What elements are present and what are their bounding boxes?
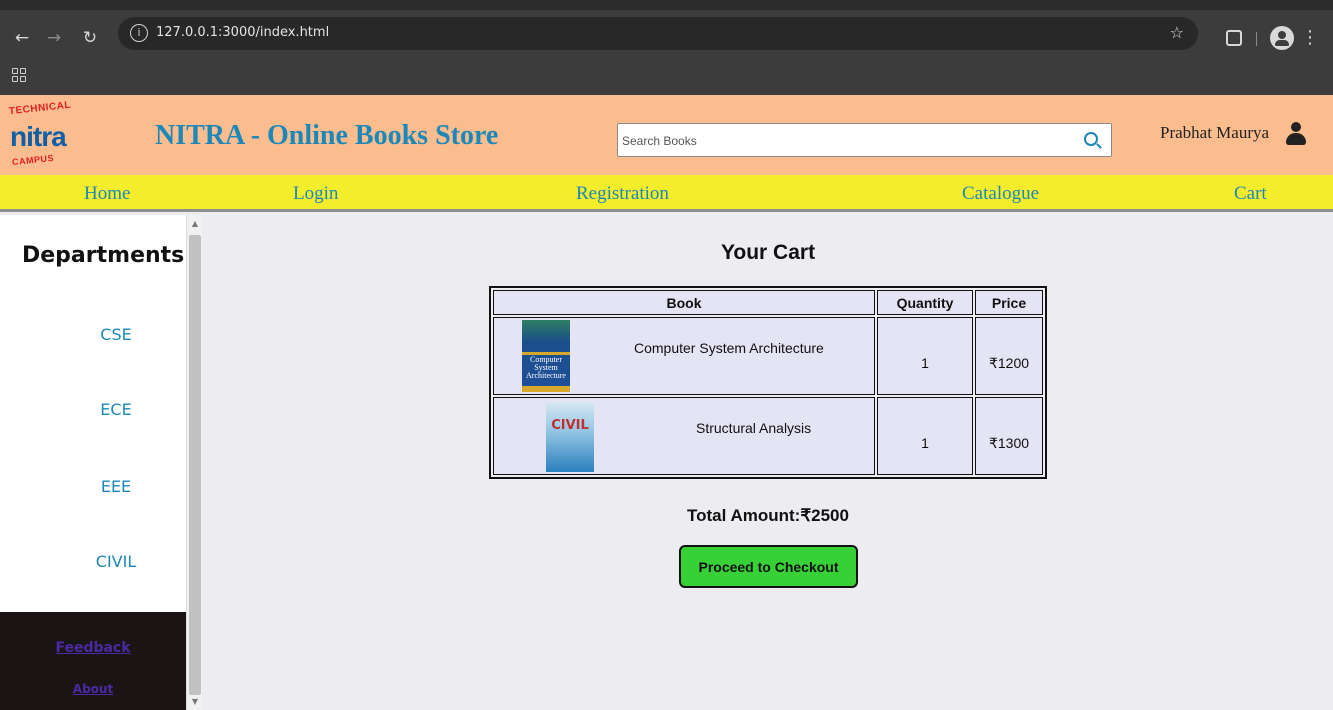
browser-chrome: ← → ↻ i 127.0.0.1:3000/index.html ☆ ⋮ xyxy=(0,0,1333,95)
cart-table: Book Quantity Price Computer System Arch… xyxy=(489,286,1047,479)
quantity-value: 1 xyxy=(921,435,929,451)
user-name[interactable]: Prabhat Maurya xyxy=(1160,123,1269,143)
nav-catalogue[interactable]: Catalogue xyxy=(962,183,1039,205)
scroll-thumb[interactable] xyxy=(189,235,201,695)
bookmark-star-icon[interactable]: ☆ xyxy=(1170,23,1184,42)
search-box xyxy=(617,123,1112,157)
site-title: NITRA - Online Books Store xyxy=(155,120,499,151)
book-cover-image[interactable]: CIVIL xyxy=(546,402,594,472)
proceed-to-checkout-button[interactable]: Proceed to Checkout xyxy=(679,545,858,588)
apps-icon[interactable] xyxy=(12,68,26,82)
logo-top-text: TECHNICAL xyxy=(8,99,72,118)
price-value: ₹1300 xyxy=(988,434,1030,451)
column-price: Price xyxy=(975,290,1043,315)
quantity-value: 1 xyxy=(921,355,929,371)
nitra-logo[interactable]: TECHNICAL nitra CAMPUS xyxy=(8,99,72,169)
quantity-cell: 1 xyxy=(877,317,973,395)
nav-cart[interactable]: Cart xyxy=(1234,183,1267,205)
table-row: CIVIL Structural Analysis 1 ₹1300 xyxy=(493,397,1043,475)
column-quantity: Quantity xyxy=(877,290,973,315)
book-cover-text: Computer System Architecture xyxy=(526,355,566,380)
nav-login[interactable]: Login xyxy=(293,183,338,205)
quantity-cell: 1 xyxy=(877,397,973,475)
cart-title: Your Cart xyxy=(720,241,816,264)
book-cell: Computer System Architecture Computer Sy… xyxy=(493,317,875,395)
menu-icon[interactable]: ⋮ xyxy=(1300,26,1320,50)
price-cell: ₹1300 xyxy=(975,397,1043,475)
toolbar: ← → ↻ i 127.0.0.1:3000/index.html ☆ ⋮ xyxy=(0,10,1333,56)
total-amount: Total Amount:₹2500 xyxy=(687,506,849,525)
toolbar-divider xyxy=(1256,32,1257,46)
profile-icon[interactable] xyxy=(1270,26,1294,50)
nav-registration[interactable]: Registration xyxy=(576,183,669,205)
bookmarks-bar xyxy=(0,56,1333,95)
forward-icon[interactable]: → xyxy=(42,26,66,50)
book-cover-image[interactable]: Computer System Architecture xyxy=(522,320,570,392)
feedback-link[interactable]: Feedback xyxy=(0,640,186,656)
about-link[interactable]: About xyxy=(0,682,186,696)
address-bar[interactable]: i 127.0.0.1:3000/index.html ☆ xyxy=(118,17,1198,50)
search-input[interactable] xyxy=(622,130,1072,152)
back-icon[interactable]: ← xyxy=(10,26,34,50)
extensions-icon[interactable] xyxy=(1226,30,1242,46)
price-cell: ₹1200 xyxy=(975,317,1043,395)
sidebar-scrollbar[interactable]: ▲ ▼ xyxy=(186,215,202,710)
table-row: Computer System Architecture Computer Sy… xyxy=(493,317,1043,395)
book-title: Structural Analysis xyxy=(696,420,812,436)
departments-sidebar: Departments CSE ECE EEE CIVIL Feedback A… xyxy=(0,215,186,710)
column-book: Book xyxy=(493,290,875,315)
book-cell: CIVIL Structural Analysis xyxy=(493,397,875,475)
user-icon[interactable] xyxy=(1286,122,1306,146)
table-header-row: Book Quantity Price xyxy=(493,290,1043,315)
logo-bottom-text: CAMPUS xyxy=(11,152,55,168)
scroll-down-icon[interactable]: ▼ xyxy=(190,697,200,707)
search-icon[interactable] xyxy=(1084,132,1098,146)
address-url[interactable]: 127.0.0.1:3000/index.html xyxy=(156,25,329,40)
tab-strip xyxy=(0,0,1333,10)
scroll-up-icon[interactable]: ▲ xyxy=(190,219,200,229)
cart-section: Your Cart Book Quantity Price Computer S… xyxy=(203,215,1333,710)
reload-icon[interactable]: ↻ xyxy=(78,26,102,50)
site-info-icon[interactable]: i xyxy=(130,24,148,42)
departments-title: Departments xyxy=(22,243,185,268)
main-nav: Home Login Registration Catalogue Cart xyxy=(0,175,1333,212)
book-title: Computer System Architecture xyxy=(634,340,824,356)
site-header: TECHNICAL nitra CAMPUS NITRA - Online Bo… xyxy=(0,95,1333,175)
nav-home[interactable]: Home xyxy=(84,183,130,205)
book-cover-text: CIVIL xyxy=(551,418,589,433)
sidebar-footer: Feedback About xyxy=(0,612,186,710)
logo-main-text: nitra xyxy=(10,121,67,152)
price-value: ₹1200 xyxy=(988,354,1030,371)
